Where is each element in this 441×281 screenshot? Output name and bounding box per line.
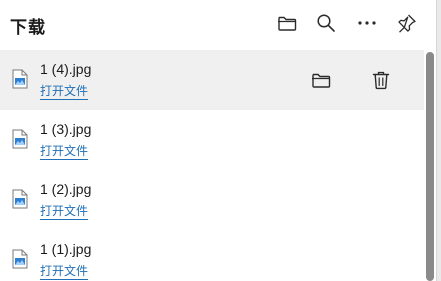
folder-icon [278, 16, 297, 31]
image-file-icon [12, 189, 28, 209]
show-in-folder-button[interactable] [307, 66, 335, 94]
file-name: 1 (4).jpg [40, 61, 92, 77]
image-file-icon [12, 249, 28, 269]
downloads-list: 1 (4).jpg 打开文件 1 (3).jpg 打开文件 1 (2).jpg … [0, 50, 424, 281]
downloads-header: 下载 [0, 0, 436, 48]
delete-button[interactable] [367, 66, 395, 94]
search-downloads-button[interactable] [313, 10, 339, 36]
scrollbar-thumb[interactable] [426, 52, 434, 281]
folder-icon [312, 73, 331, 88]
file-name: 1 (3).jpg [40, 121, 92, 137]
open-file-link[interactable]: 打开文件 [40, 144, 89, 160]
open-downloads-folder-button[interactable] [274, 10, 300, 36]
open-file-link[interactable]: 打开文件 [40, 264, 89, 280]
more-options-button[interactable] [354, 10, 380, 36]
search-icon [317, 14, 335, 32]
download-item[interactable]: 1 (3).jpg 打开文件 [0, 110, 424, 170]
download-item[interactable]: 1 (1).jpg 打开文件 [0, 230, 424, 281]
download-item[interactable]: 1 (2).jpg 打开文件 [0, 170, 424, 230]
file-name: 1 (2).jpg [40, 181, 92, 197]
open-file-link[interactable]: 打开文件 [40, 204, 89, 220]
downloads-panel: 下载 1 (4).jpg 打开文件 1 (3).jpg 打开文件 1 (2).j… [0, 0, 437, 281]
more-icon [358, 21, 376, 25]
trash-icon [372, 71, 390, 90]
pin-icon [398, 14, 416, 33]
pin-panel-button[interactable] [394, 10, 420, 36]
file-name: 1 (1).jpg [40, 241, 92, 257]
image-file-icon [12, 129, 28, 149]
panel-title: 下载 [10, 18, 46, 38]
image-file-icon [12, 69, 28, 89]
download-item[interactable]: 1 (4).jpg 打开文件 [0, 50, 424, 110]
open-file-link[interactable]: 打开文件 [40, 84, 89, 100]
